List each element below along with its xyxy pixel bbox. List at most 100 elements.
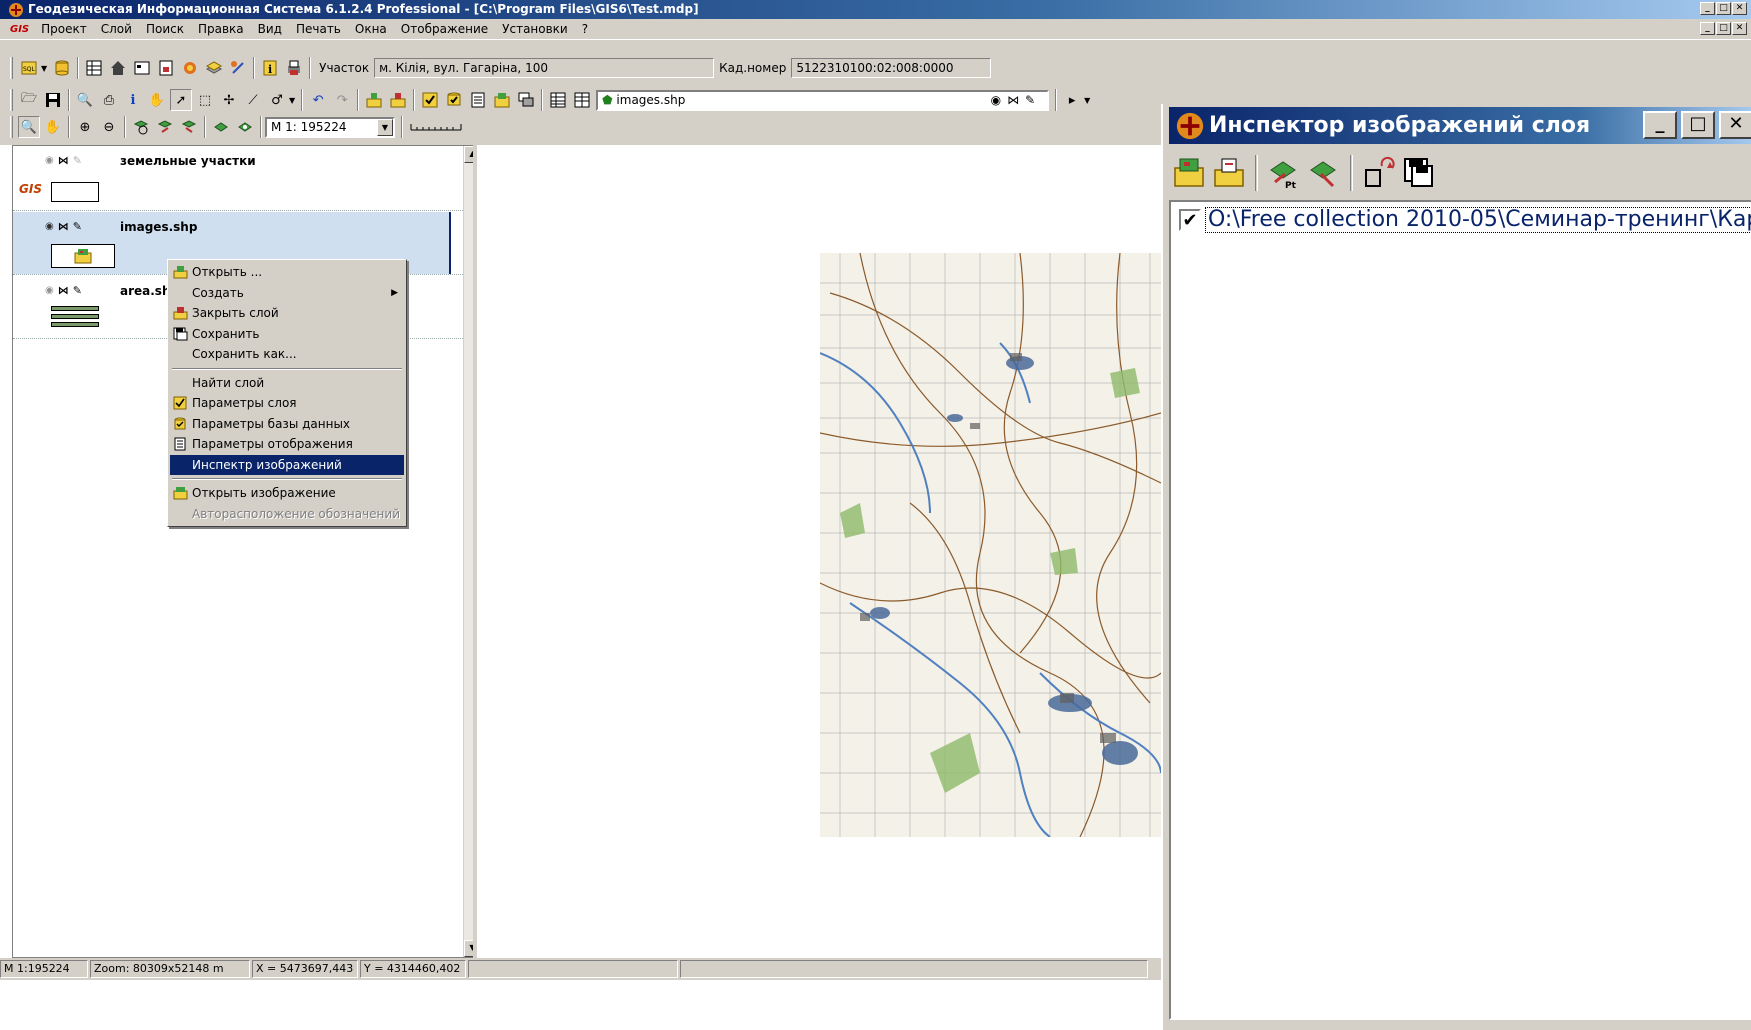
scale-dropdown-icon[interactable]: ▼: [377, 118, 393, 136]
display-params-button[interactable]: [467, 89, 489, 111]
scale-combo[interactable]: М 1: 195224 ▼: [265, 116, 395, 138]
report-button[interactable]: [155, 57, 177, 79]
menu-item-find-layer[interactable]: Найти слой: [170, 373, 404, 394]
inspector-maximize-button[interactable]: □: [1681, 111, 1715, 139]
layers-button[interactable]: [203, 57, 225, 79]
menu-project[interactable]: Проект: [34, 22, 94, 36]
georeference-points-button[interactable]: Pt: [1264, 153, 1304, 193]
maximize-button[interactable]: □: [1716, 2, 1731, 15]
menu-item-save[interactable]: Сохранить: [170, 324, 404, 345]
open-file-button[interactable]: 🗁: [18, 89, 40, 111]
next-button[interactable]: ▸: [1061, 89, 1083, 111]
menu-print[interactable]: Печать: [289, 22, 348, 36]
menu-item-image-inspector[interactable]: Инспектр изображений: [170, 454, 404, 475]
editable-pencil-icon[interactable]: ✎: [73, 154, 82, 167]
redo-button[interactable]: ↷: [331, 89, 353, 111]
scale-ruler-button[interactable]: [407, 116, 465, 138]
print-button[interactable]: [283, 57, 305, 79]
zoom-next-button[interactable]: [178, 116, 200, 138]
pan-button[interactable]: ✋: [146, 89, 168, 111]
dropdown-arrow-icon[interactable]: ▼: [1084, 96, 1090, 105]
selectable-icon[interactable]: ⋈: [58, 154, 69, 167]
uchastok-field[interactable]: м. Кілія, вул. Гагаріна, 100: [374, 58, 715, 78]
zoom-in-button[interactable]: ⊕: [74, 116, 96, 138]
open-layer-button[interactable]: [363, 89, 385, 111]
visibility-eye-icon[interactable]: ◉: [45, 221, 54, 232]
menu-view[interactable]: Вид: [251, 22, 289, 36]
mdi-maximize-button[interactable]: □: [1716, 22, 1731, 35]
editable-pencil-icon[interactable]: ✎: [73, 220, 82, 233]
menu-settings[interactable]: Установки: [495, 22, 575, 36]
menu-item-close-layer[interactable]: Закрыть слой: [170, 303, 404, 324]
home-button[interactable]: [107, 57, 129, 79]
menu-windows[interactable]: Окна: [348, 22, 394, 36]
database-button[interactable]: [51, 57, 73, 79]
table-button[interactable]: [83, 57, 105, 79]
add-image-button[interactable]: [1169, 153, 1209, 193]
editable-pencil-icon[interactable]: ✎: [73, 284, 82, 297]
menu-item-layer-params[interactable]: Параметры слоя: [170, 393, 404, 414]
dropdown-arrow-icon[interactable]: ▼: [289, 96, 295, 105]
selectable-icon[interactable]: ⋈: [58, 220, 69, 233]
menu-item-create[interactable]: Создать ▶: [170, 283, 404, 304]
select-arrow-button[interactable]: ➚: [170, 89, 192, 111]
zoom-window-button[interactable]: 🔍: [74, 89, 96, 111]
dropdown-arrow-icon[interactable]: ▼: [41, 64, 47, 73]
menu-display[interactable]: Отображение: [394, 22, 495, 36]
db-params-button[interactable]: [443, 89, 465, 111]
identify-button[interactable]: i: [122, 89, 144, 111]
inspector-minimize-button[interactable]: _: [1643, 111, 1677, 139]
node-edit-button[interactable]: ✢: [218, 89, 240, 111]
layer-params-button[interactable]: [419, 89, 441, 111]
image-open-button[interactable]: [491, 89, 513, 111]
image-visible-checkbox[interactable]: ✔: [1179, 209, 1201, 231]
legend-table-button[interactable]: [571, 89, 593, 111]
layer-legend-swatch[interactable]: [51, 182, 99, 202]
layer-legend-swatch[interactable]: [51, 244, 115, 268]
visibility-eye-icon[interactable]: ◉: [45, 285, 54, 296]
draw-line-button[interactable]: ⟋: [242, 89, 264, 111]
menu-search[interactable]: Поиск: [139, 22, 191, 36]
remove-image-button[interactable]: [1209, 153, 1249, 193]
mdi-close-button[interactable]: ✕: [1732, 22, 1747, 35]
menu-item-open-image[interactable]: Открыть изображение: [170, 483, 404, 504]
selectable-icon[interactable]: ⋈: [58, 284, 69, 297]
active-layer-combo[interactable]: ⬟ images.shp ◉⋈✎: [596, 89, 1050, 111]
mapping-button[interactable]: [227, 57, 249, 79]
menu-item-open[interactable]: Открыть ...: [170, 262, 404, 283]
close-button[interactable]: ✕: [1732, 2, 1747, 15]
minimize-button[interactable]: _: [1700, 2, 1715, 15]
form-button[interactable]: [131, 57, 153, 79]
zoom-selection-button[interactable]: [234, 116, 256, 138]
zoom-out-button[interactable]: ⊖: [98, 116, 120, 138]
visibility-eye-icon[interactable]: ◉: [45, 155, 54, 166]
zoom-rect-button[interactable]: 🔍: [18, 116, 40, 138]
visibility-eye-icon[interactable]: ◉: [991, 93, 1007, 107]
menu-help[interactable]: ?: [575, 22, 595, 36]
image-list-item[interactable]: ✔ O:\Free collection 2010-05\Семинар-тре…: [1179, 207, 1751, 233]
menu-edit[interactable]: Правка: [191, 22, 251, 36]
zoom-layer-button[interactable]: [130, 116, 152, 138]
undo-button[interactable]: ↶: [307, 89, 329, 111]
windows-button[interactable]: [515, 89, 537, 111]
georeference-zoom-button[interactable]: [1304, 153, 1344, 193]
selectable-icon[interactable]: ⋈: [1007, 93, 1025, 107]
draw-curve-button[interactable]: ♂: [266, 89, 288, 111]
print-preview-button[interactable]: ⎙: [98, 89, 120, 111]
editable-pencil-icon[interactable]: ✎: [1025, 93, 1041, 107]
select-rect-button[interactable]: ⬚: [194, 89, 216, 111]
menu-item-display-params[interactable]: Параметры отображения: [170, 434, 404, 455]
zoom-prev-button[interactable]: [154, 116, 176, 138]
inspector-close-button[interactable]: ✕: [1719, 111, 1751, 139]
layer-legend-swatch[interactable]: [51, 306, 99, 332]
menu-item-save-as[interactable]: Сохранить как...: [170, 344, 404, 365]
save-file-button[interactable]: [42, 89, 64, 111]
kad-number-field[interactable]: 5122310100:02:008:0000: [791, 58, 992, 78]
info-button[interactable]: i: [259, 57, 281, 79]
transform-image-button[interactable]: [1359, 153, 1399, 193]
topographic-map-raster[interactable]: [820, 253, 1161, 837]
close-layer-button[interactable]: [387, 89, 409, 111]
zoom-all-button[interactable]: [210, 116, 232, 138]
query-button[interactable]: [179, 57, 201, 79]
attribute-table-button[interactable]: [547, 89, 569, 111]
